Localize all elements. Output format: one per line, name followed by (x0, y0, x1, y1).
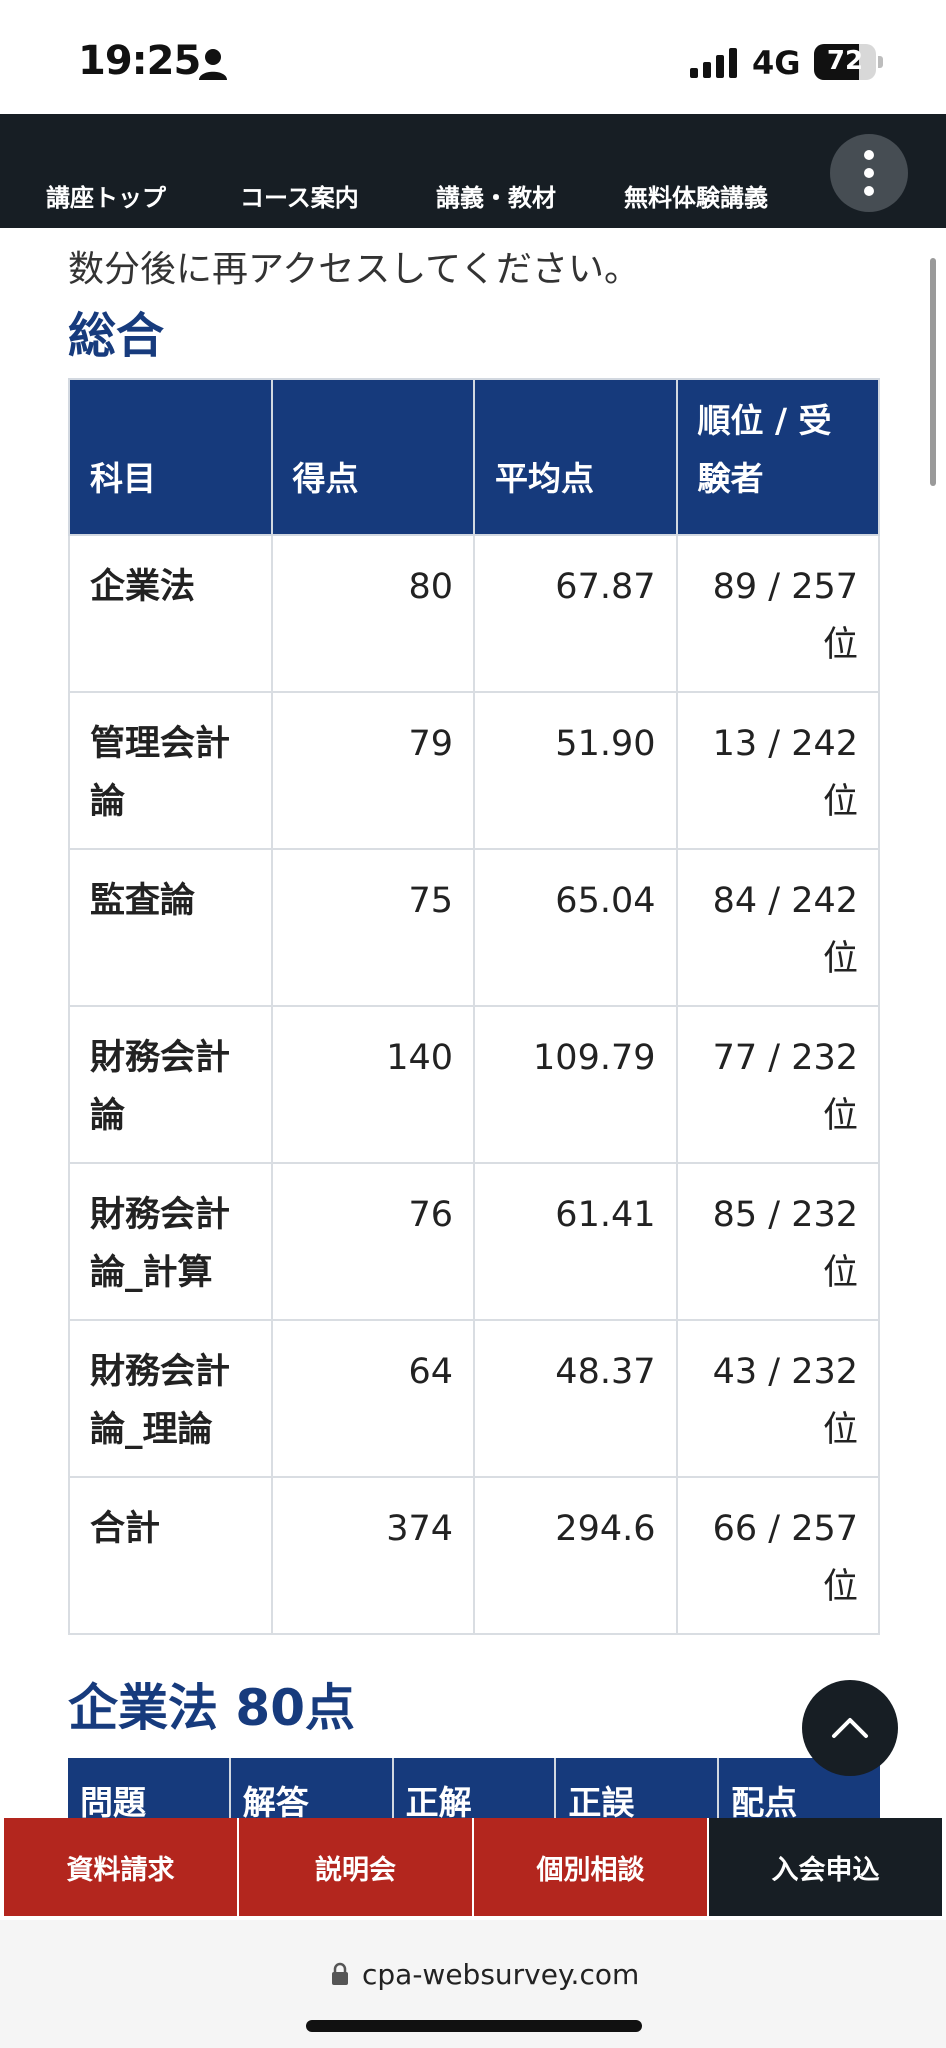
cell-average: 109.79 (473, 1005, 678, 1164)
cell-score: 76 (270, 1162, 475, 1321)
more-vertical-icon[interactable] (830, 134, 908, 212)
header-rank: 順位 / 受験者 (675, 378, 880, 536)
cell-score: 64 (270, 1319, 475, 1478)
nav-item-lectures-materials[interactable]: 講義・教材 (436, 178, 556, 213)
cell-subject: 財務会計論_計算 (68, 1162, 273, 1321)
information-session-button[interactable]: 説明会 (239, 1818, 472, 1916)
battery-level: 72 (826, 46, 864, 76)
cell-subject: 企業法 (68, 534, 273, 693)
cellular-signal-icon (690, 48, 737, 78)
chevron-up-icon (832, 1718, 868, 1738)
nav-item-free-trial[interactable]: 無料体験講義 (624, 178, 768, 213)
status-time: 19:25 (78, 38, 201, 84)
cell-subject: 財務会計論_理論 (68, 1319, 273, 1478)
notice-text: 数分後に再アクセスしてください。 (68, 249, 641, 290)
cell-rank: 85 / 232位 (675, 1162, 880, 1321)
cell-subject: 監査論 (68, 848, 273, 1007)
cell-score: 75 (270, 848, 475, 1007)
request-materials-button[interactable]: 資料請求 (4, 1818, 237, 1916)
table-row: 財務会計論_計算 76 61.41 85 / 232位 (68, 1162, 880, 1321)
lock-icon (332, 1962, 348, 1985)
cell-score: 79 (270, 691, 475, 850)
cell-average: 51.90 (473, 691, 678, 850)
cell-average: 294.6 (473, 1476, 678, 1635)
url-text[interactable]: cpa-websurvey.com (362, 1958, 639, 1991)
cell-subject: 合計 (68, 1476, 273, 1635)
cell-average: 48.37 (473, 1319, 678, 1478)
header-score: 得点 (270, 378, 475, 536)
detail-header-question: 問題 (68, 1758, 231, 1818)
table-header-row: 科目 得点 平均点 順位 / 受験者 (68, 378, 880, 536)
cell-score: 374 (270, 1476, 475, 1635)
cell-score: 140 (270, 1005, 475, 1164)
enroll-button[interactable]: 入会申込 (709, 1818, 942, 1916)
cell-average: 61.41 (473, 1162, 678, 1321)
bottom-cta-bar: 資料請求 説明会 個別相談 入会申込 (0, 1818, 946, 1920)
scroll-to-top-button[interactable] (802, 1680, 898, 1776)
status-bar: 19:25 4G 72 (0, 0, 946, 114)
header-subject: 科目 (68, 378, 273, 536)
table-row: 管理会計論 79 51.90 13 / 242位 (68, 691, 880, 850)
cell-rank: 89 / 257位 (675, 534, 880, 693)
network-type: 4G (752, 44, 801, 82)
nav-item-course-guide[interactable]: コース案内 (240, 178, 359, 213)
cell-score: 80 (270, 534, 475, 693)
cell-rank: 77 / 232位 (675, 1005, 880, 1164)
section-title-corporate-law: 企業法 80点 (68, 1679, 355, 1737)
site-nav: 講座トップ コース案内 講義・教材 無料体験講義 (0, 114, 946, 228)
battery-icon: 72 (814, 44, 884, 80)
cell-subject: 財務会計論 (68, 1005, 273, 1164)
person-icon (199, 49, 227, 80)
table-row: 財務会計論 140 109.79 77 / 232位 (68, 1005, 880, 1164)
detail-header-correct: 正解 (394, 1758, 557, 1818)
table-row-total: 合計 374 294.6 66 / 257位 (68, 1476, 880, 1635)
individual-consultation-button[interactable]: 個別相談 (474, 1818, 707, 1916)
detail-header-answer: 解答 (231, 1758, 394, 1818)
cell-rank: 43 / 232位 (675, 1319, 880, 1478)
cell-subject: 管理会計論 (68, 691, 273, 850)
cell-average: 67.87 (473, 534, 678, 693)
cell-rank: 13 / 242位 (675, 691, 880, 850)
score-table: 科目 得点 平均点 順位 / 受験者 企業法 80 67.87 89 / 257… (68, 378, 880, 1635)
section-title-overall: 総合 (68, 308, 165, 364)
detail-table-header: 問題 解答 正解 正誤 配点 (68, 1758, 880, 1818)
nav-item-course-top[interactable]: 講座トップ (46, 178, 166, 213)
detail-header-result: 正誤 (556, 1758, 720, 1818)
table-row: 監査論 75 65.04 84 / 242位 (68, 848, 880, 1007)
home-indicator[interactable] (306, 2020, 642, 2032)
browser-url-bar[interactable]: cpa-websurvey.com (0, 1920, 946, 2048)
header-average: 平均点 (473, 378, 678, 536)
cell-rank: 66 / 257位 (675, 1476, 880, 1635)
cell-average: 65.04 (473, 848, 678, 1007)
main-content: 数分後に再アクセスしてください。 総合 科目 得点 平均点 順位 / 受験者 企… (0, 228, 946, 1818)
table-row: 財務会計論_理論 64 48.37 43 / 232位 (68, 1319, 880, 1478)
cell-rank: 84 / 242位 (675, 848, 880, 1007)
scrollbar[interactable] (930, 258, 936, 486)
table-row: 企業法 80 67.87 89 / 257位 (68, 534, 880, 693)
